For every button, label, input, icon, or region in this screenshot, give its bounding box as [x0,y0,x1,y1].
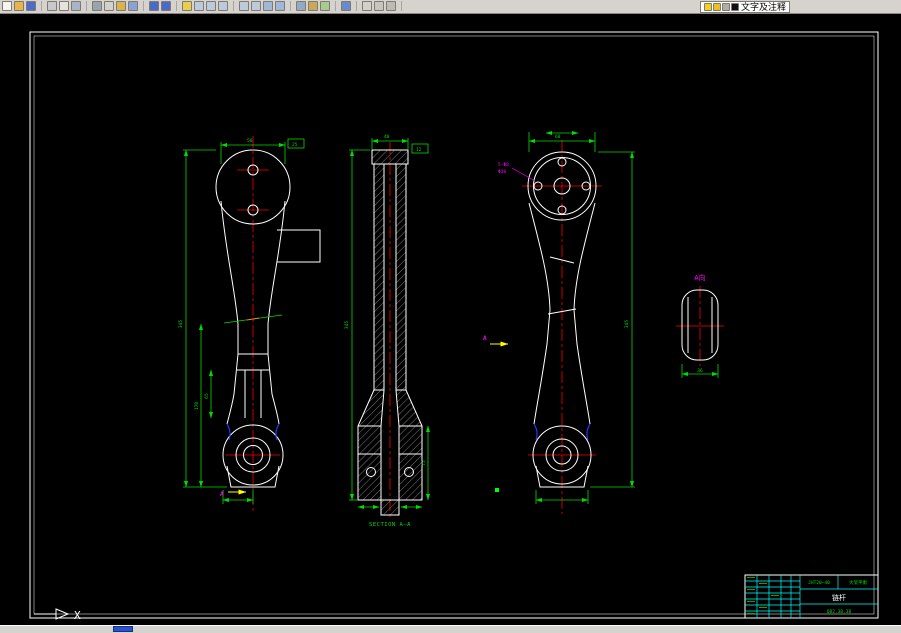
redo-icon[interactable] [161,1,171,11]
view-front[interactable]: 50 25 345 170 65 A [178,136,321,514]
plot-preview-icon[interactable] [59,1,69,11]
publish-icon[interactable] [71,1,81,11]
layer-combo-icons [704,3,739,11]
new-file-icon[interactable] [2,1,12,11]
ucs-icon: X [34,608,81,622]
view-section[interactable]: 40 12 345 75 SECTION A—A [344,134,431,528]
toolbar-icon-group [2,1,42,11]
paste-icon[interactable] [116,1,126,11]
toolbar: 文字及注释 [0,0,901,14]
save-file-icon[interactable] [26,1,36,11]
toolbar-icon-group [341,1,357,11]
project-name: 大架平衡 [849,579,867,586]
sun-icon[interactable] [713,3,721,11]
taskbar [0,625,901,633]
lock-icon[interactable] [722,3,730,11]
zoom-realtime-icon[interactable] [194,1,204,11]
grip-point[interactable] [495,488,499,492]
view-side[interactable]: 5-Φ8 Φ38 68 345 A [483,130,635,514]
drawing-svg[interactable]: 50 25 345 170 65 A 40 12 345 75 SECTION … [0,14,901,625]
svg-text:170: 170 [194,402,200,410]
zoom-window-icon[interactable] [206,1,216,11]
svg-text:345: 345 [344,321,350,329]
plot-icon[interactable] [47,1,57,11]
layer-properties-manager-icon[interactable] [362,1,372,11]
svg-text:50: 50 [247,138,253,144]
dimension[interactable]: 36 [681,364,719,378]
zoom-all-icon[interactable] [275,1,285,11]
drawing-code: QB2.3B.3B [827,609,852,615]
svg-text:68: 68 [555,134,561,140]
svg-text:Φ38: Φ38 [498,169,506,175]
pan-icon[interactable] [182,1,192,11]
section-marker[interactable]: A [483,335,509,347]
help-icon[interactable] [341,1,351,11]
toolbar-icon-group [47,1,87,11]
svg-text:345: 345 [178,320,184,328]
part-name: 链杆 [832,593,846,602]
layer-combo[interactable]: 文字及注释 [700,1,791,13]
zoom-in-icon[interactable] [239,1,249,11]
svg-text:25: 25 [292,142,298,148]
properties-icon[interactable] [296,1,306,11]
toolbar-icon-group [149,1,177,11]
toolbar-icon-group [239,1,291,11]
sheet-border[interactable] [29,31,879,619]
svg-text:A: A [220,491,224,498]
svg-text:75: 75 [421,460,427,466]
lightbulb-icon[interactable] [704,3,712,11]
layer-previous-icon[interactable] [386,1,396,11]
undo-icon[interactable] [149,1,159,11]
match-properties-icon[interactable] [128,1,138,11]
toolbar-icon-group [362,1,402,11]
svg-text:345: 345 [624,320,630,328]
ucs-x-label: X [74,609,81,622]
design-center-icon[interactable] [308,1,318,11]
toolbar-icon-group [296,1,336,11]
toolbar-icon-strip [2,1,407,11]
title-block[interactable]: JHT20—40 大架平衡 链杆 QB2.3B.3B [744,574,879,619]
toolbar-icon-group [92,1,144,11]
hole-annotation[interactable]: 5-Φ8 Φ38 [498,162,536,182]
svg-text:A: A [483,335,487,342]
layer-name-label: 文字及注释 [741,2,787,12]
view-a-direction[interactable]: A向 36 [676,273,724,378]
cut-icon[interactable] [92,1,102,11]
zoom-out-icon[interactable] [251,1,261,11]
section-marker[interactable]: A [220,489,247,498]
svg-text:65: 65 [204,393,210,399]
tool-palettes-icon[interactable] [320,1,330,11]
drawing-number: JHT20—40 [808,580,830,586]
make-objects-layer-current-icon[interactable] [374,1,384,11]
copy-icon[interactable] [104,1,114,11]
title-block-fineprint [747,577,779,614]
zoom-extents-icon[interactable] [263,1,273,11]
layer-color-swatch-icon[interactable] [731,3,739,11]
toolbar-icon-group [182,1,234,11]
drawing-canvas[interactable]: 50 25 345 170 65 A 40 12 345 75 SECTION … [0,14,901,625]
open-file-icon[interactable] [14,1,24,11]
svg-text:5-Φ8: 5-Φ8 [498,162,509,168]
a-view-label: A向 [694,273,705,282]
svg-text:36: 36 [697,368,703,374]
section-label: SECTION A—A [369,522,411,528]
svg-text:40: 40 [384,134,390,140]
zoom-previous-icon[interactable] [218,1,228,11]
taskbar-button[interactable] [113,626,133,632]
svg-text:12: 12 [416,147,422,153]
